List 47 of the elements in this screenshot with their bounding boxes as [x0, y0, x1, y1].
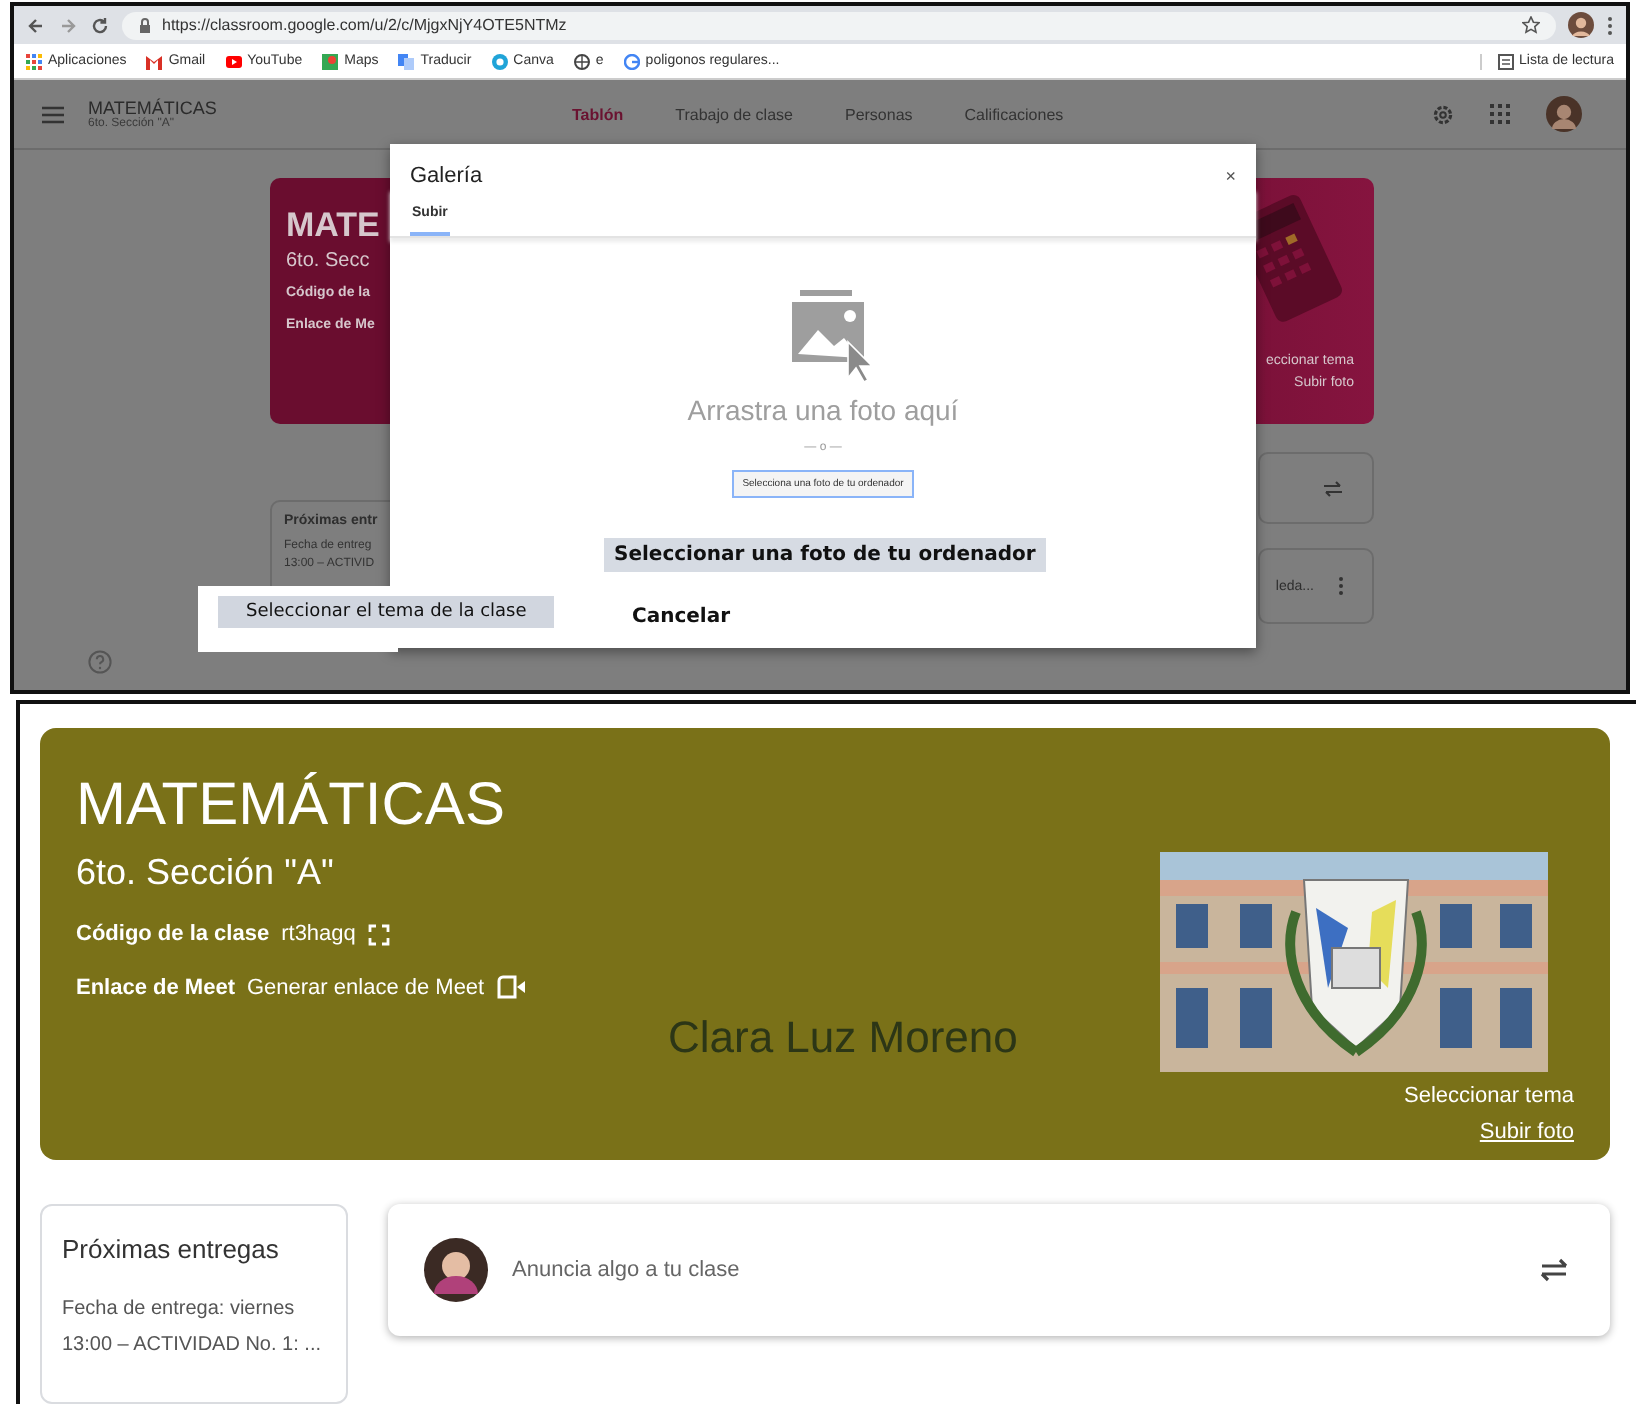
class-title: MATEMÁTICAS — [76, 772, 507, 840]
avatar-icon[interactable] — [1546, 96, 1582, 132]
menu-icon[interactable] — [42, 105, 64, 123]
image-cursor-icon — [787, 286, 875, 382]
globe-icon — [573, 53, 590, 69]
callout-label: Cancelar — [632, 606, 731, 628]
apps-icon[interactable] — [1490, 104, 1510, 124]
more-icon[interactable] — [1606, 15, 1614, 35]
star-icon[interactable] — [1522, 16, 1540, 34]
video-camera-icon[interactable] — [496, 974, 529, 1000]
class-subtitle: 6to. Sección "A" — [76, 852, 336, 894]
select-theme-link[interactable]: Seleccionar tema — [1404, 1084, 1574, 1108]
announce-field[interactable]: Anuncia algo a tu clase — [512, 1258, 1514, 1282]
reload-icon[interactable] — [90, 15, 110, 35]
g-letter-icon — [623, 53, 640, 69]
avatar-icon — [424, 1238, 488, 1302]
callout-label: Seleccionar una foto de tu ordenador — [604, 538, 1046, 572]
circle-logo-icon — [491, 53, 508, 69]
apps-grid-icon — [26, 53, 42, 69]
dialog-title: Galería — [410, 164, 483, 188]
class-subtitle: 6to. Secc — [286, 250, 372, 272]
close-button[interactable]: × — [1225, 166, 1236, 186]
class-title: MATEMÁTICAS — [88, 98, 217, 118]
repost-icon[interactable] — [1538, 1254, 1570, 1286]
class-code: rt3hagq — [281, 922, 356, 946]
expand-icon[interactable] — [367, 923, 390, 945]
address-bar[interactable]: https://classroom.google.com/u/2/c/MjgxNjY4OTE5NTMz — [122, 11, 1556, 39]
play-icon — [225, 53, 242, 69]
back-icon[interactable] — [26, 15, 46, 35]
url-text: https://classroom.google.com/u/2/c/MjgxNjY4OTE5NTMz — [162, 16, 569, 34]
teacher-name: Clara Luz Moreno — [668, 1012, 1020, 1064]
avatar-icon[interactable] — [1568, 12, 1594, 38]
more-icon[interactable] — [1338, 576, 1344, 596]
settings-icon[interactable] — [1432, 103, 1454, 125]
mail-icon — [146, 53, 163, 69]
drop-hint: Arrastra una foto aquí — [687, 394, 959, 426]
upload-photo-link[interactable]: Subir foto — [1479, 1120, 1574, 1144]
meet-link[interactable]: Generar enlace de Meet — [246, 975, 485, 999]
upcoming-text: Fecha de entrega: viernes — [62, 1296, 297, 1324]
upcoming-title: Próximas entregas — [62, 1234, 281, 1264]
upcoming-text: 13:00 – ACTIVIDAD No. 1: ... — [62, 1332, 324, 1360]
callout-label: Seleccionar el tema de la clase — [218, 596, 555, 628]
class-title: MATE — [286, 206, 380, 246]
meet-label: Enlace de Meet — [76, 975, 235, 999]
lock-icon — [138, 17, 152, 33]
list-icon — [1497, 53, 1514, 69]
class-code-label: Código de la clase — [76, 922, 270, 946]
